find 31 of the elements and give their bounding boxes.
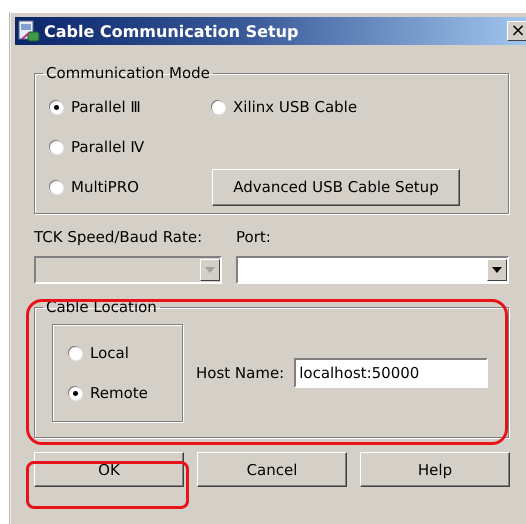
port-label: Port: — [236, 228, 271, 246]
radio-label: Parallel Ⅳ — [71, 138, 144, 156]
radio-button[interactable] — [50, 140, 63, 154]
host-name-field[interactable]: localhost:50000 — [294, 358, 488, 388]
window-title: Cable Communication Setup — [44, 22, 300, 40]
host-name-label: Host Name: — [196, 364, 284, 382]
radio-label: MultiPRO — [71, 178, 139, 196]
radio-label: Xilinx USB Cable — [233, 98, 358, 116]
radio-option[interactable]: Parallel Ⅳ — [50, 138, 212, 156]
radio-option[interactable]: MultiPRO — [50, 178, 212, 196]
radio-option[interactable]: Xilinx USB Cable — [212, 98, 472, 116]
radio-option[interactable]: Local — [69, 344, 182, 362]
dialog-button[interactable]: Cancel — [197, 452, 347, 487]
radio-button[interactable] — [69, 386, 82, 400]
group-title: Communication Mode — [45, 64, 211, 82]
radio-button[interactable] — [50, 180, 63, 194]
radio-option[interactable]: Parallel Ⅲ — [50, 98, 212, 116]
close-button[interactable]: × — [507, 21, 526, 41]
radio-option[interactable]: Remote — [69, 384, 182, 402]
radio-label: Parallel Ⅲ — [71, 98, 141, 116]
speed-label: TCK Speed/Baud Rate: — [34, 228, 204, 246]
dialog-button[interactable]: Help — [360, 452, 510, 487]
dialog-button[interactable]: OK — [34, 452, 184, 487]
radio-button[interactable] — [212, 100, 225, 114]
radio-button[interactable] — [50, 100, 63, 114]
radio-label: Remote — [90, 384, 148, 402]
port-dropdown[interactable] — [236, 256, 509, 284]
computer-icon — [17, 19, 41, 43]
advanced-setup-button[interactable]: Advanced USB Cable Setup — [212, 168, 460, 206]
radio-label: Local — [90, 344, 129, 362]
radio-button[interactable] — [69, 346, 82, 360]
